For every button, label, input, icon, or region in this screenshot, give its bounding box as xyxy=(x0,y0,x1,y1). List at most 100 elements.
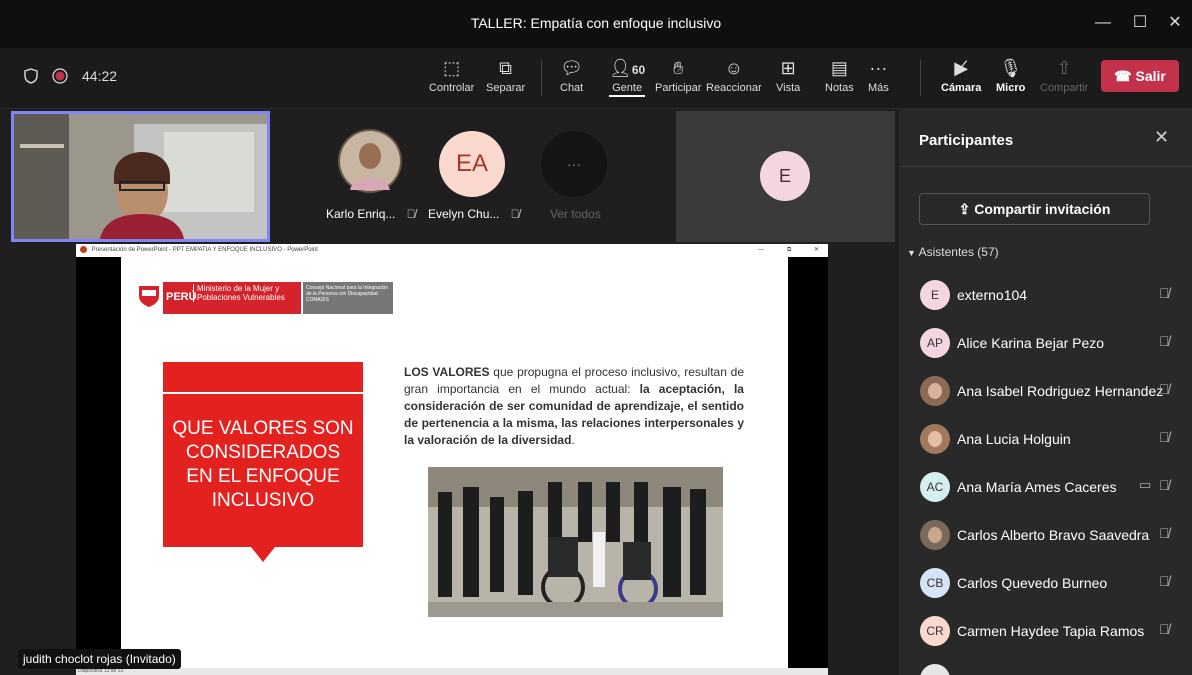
pop-out-icon: ⧉ xyxy=(499,58,512,78)
participant-row[interactable]: Carlos Alberto Bravo Saavedra 🎙̸ xyxy=(899,512,1192,560)
avatar: CB xyxy=(920,568,950,598)
camera-off-icon: ▶̸ xyxy=(954,58,969,78)
participant-name: Ana María Ames Caceres xyxy=(957,479,1117,495)
shared-powerpoint[interactable]: Presentación de PowerPoint - PPT EMPATIA… xyxy=(76,244,828,675)
more-icon: ··· xyxy=(567,156,581,172)
panel-title: Participantes xyxy=(919,132,1014,149)
participant-row[interactable] xyxy=(899,656,1192,675)
view-grid-icon: ⊞ xyxy=(780,58,796,78)
see-all-button[interactable]: ··· xyxy=(541,131,607,197)
presenter-video-image xyxy=(14,114,267,239)
recording-icon xyxy=(52,68,68,84)
participant-name: Carlos Quevedo Burneo xyxy=(957,575,1108,591)
share-screen-icon: ⇧ xyxy=(1056,58,1072,78)
slide-body-text: LOS VALORES que propugna el proceso incl… xyxy=(404,365,744,447)
mic-off-icon: 🎙̸ xyxy=(1159,333,1170,349)
participants-panel: Participantes ✕ ⇪ Compartir invitación ▼… xyxy=(899,109,1192,675)
presenter-video[interactable] xyxy=(11,111,270,242)
powerpoint-status-bar: Diapositiva 13 de 23 xyxy=(76,668,828,675)
more-button[interactable]: ··· Más xyxy=(868,56,889,94)
participant-row[interactable]: Ana Lucia Holguin 🎙̸ xyxy=(899,416,1192,464)
mic-off-icon: 🎙︎ xyxy=(999,58,1023,78)
minimize-icon[interactable]: — xyxy=(758,244,764,257)
window-title: TALLER: Empatía con enfoque inclusivo xyxy=(470,15,722,31)
notes-icon: ▤ xyxy=(830,58,848,78)
mic-off-icon: 🎙̸ xyxy=(406,207,416,221)
share-invite-button[interactable]: ⇪ Compartir invitación xyxy=(919,193,1150,225)
slide-heading: QUE VALORES SON CONSIDERADOS EN EL ENFOQ… xyxy=(172,418,354,511)
notes-button[interactable]: ▤ Notas xyxy=(825,56,854,94)
hang-up-icon: ☎ xyxy=(1114,68,1136,84)
avatar xyxy=(920,664,950,675)
avatar xyxy=(920,520,950,550)
mic-button[interactable]: 🎙︎ Micro xyxy=(996,56,1025,94)
close-icon[interactable]: ✕ xyxy=(814,244,819,257)
participant-name: Alice Karina Bejar Pezo xyxy=(957,335,1105,351)
separate-button[interactable]: ⧉ Separar xyxy=(486,56,525,94)
participant-name: Carlos Alberto Bravo Saavedra xyxy=(957,527,1150,543)
close-window-icon[interactable]: ✕ xyxy=(1157,8,1192,38)
mic-off-icon: 🎙̸ xyxy=(510,207,520,221)
participant-tile-karlo[interactable] xyxy=(337,128,403,194)
see-all-label[interactable]: Ver todos xyxy=(550,207,601,221)
control-button[interactable]: ⬚ Controlar xyxy=(429,56,474,94)
avatar: E xyxy=(760,151,810,201)
mic-off-icon: 🎙̸ xyxy=(1159,381,1170,397)
slide: PERÚ Ministerio de la Mujer y Poblacione… xyxy=(121,257,788,675)
avatar xyxy=(338,129,402,193)
raise-hand-button[interactable]: ✋︎ Participar xyxy=(655,56,701,94)
leave-button[interactable]: ☎ Salir xyxy=(1101,60,1179,92)
restore-icon[interactable]: ⧉ xyxy=(787,244,791,257)
participant-row[interactable]: AC Ana María Ames Caceres ▭ 🎙̸ xyxy=(899,464,1192,512)
participant-row[interactable]: AP Alice Karina Bejar Pezo 🎙̸ xyxy=(899,320,1192,368)
people-button[interactable]: 👤︎60 Gente xyxy=(609,56,646,97)
share-button[interactable]: ⇧ Compartir xyxy=(1040,56,1088,94)
presenter-name-tag: judith choclot rojas (Invitado) xyxy=(18,649,181,669)
toolbar-divider xyxy=(541,60,542,96)
mic-off-icon: 🎙̸ xyxy=(1159,429,1170,445)
participant-row[interactable]: Ana Isabel Rodriguez Hernandez 🎙̸ xyxy=(899,368,1192,416)
participant-tile-e[interactable]: E xyxy=(676,111,895,242)
meeting-timer: 44:22 xyxy=(82,68,118,84)
heading-divider xyxy=(163,392,363,394)
maximize-icon[interactable]: ☐ xyxy=(1122,8,1158,38)
participant-row[interactable]: CB Carlos Quevedo Burneo 🎙̸ xyxy=(899,560,1192,608)
slide-photo xyxy=(428,467,723,617)
minimize-icon[interactable]: — xyxy=(1085,8,1121,38)
mic-off-icon: 🎙̸ xyxy=(1159,573,1170,589)
react-button[interactable]: ☺ Reaccionar xyxy=(706,56,762,94)
callout-pointer xyxy=(251,547,275,562)
close-icon[interactable]: ✕ xyxy=(1154,127,1169,148)
view-button[interactable]: ⊞ Vista xyxy=(776,56,800,94)
participant-name: Ana Isabel Rodriguez Hernandez xyxy=(957,383,1164,399)
share-icon: ⇪ xyxy=(958,201,975,217)
participant-name: Ana Lucia Holguin xyxy=(957,431,1071,447)
more-icon: ··· xyxy=(869,58,888,78)
participant-row[interactable]: CR Carmen Haydee Tapia Ramos 🎙̸ xyxy=(899,608,1192,656)
slide-heading-box: QUE VALORES SON CONSIDERADOS EN EL ENFOQ… xyxy=(163,362,363,547)
people-icon: 👤︎60 xyxy=(609,58,646,78)
avatar: AP xyxy=(920,328,950,358)
smiley-icon: ☺ xyxy=(724,58,744,78)
powerpoint-title-bar: Presentación de PowerPoint - PPT EMPATIA… xyxy=(76,244,828,257)
participant-name: Carmen Haydee Tapia Ramos xyxy=(957,623,1145,639)
meeting-toolbar: 44:22 ⬚ Controlar ⧉ Separar 💬︎ Chat 👤︎60 Gen… xyxy=(0,48,1192,109)
shield-icon xyxy=(24,68,38,84)
participant-row[interactable]: E externo104 🎙̸ xyxy=(899,272,1192,320)
camera-off-icon: ▭ xyxy=(1139,477,1152,492)
avatar[interactable]: EA xyxy=(439,131,505,197)
toolbar-divider xyxy=(920,60,921,96)
hand-icon: ✋︎ xyxy=(673,58,684,78)
chat-button[interactable]: 💬︎ Chat xyxy=(560,56,583,94)
chevron-down-icon: ▼ xyxy=(907,248,916,258)
mic-off-icon: 🎙̸ xyxy=(1159,525,1170,541)
participant-name: Karlo Enriq... 🎙̸ xyxy=(326,207,416,221)
avatar: AC xyxy=(920,472,950,502)
attendees-header[interactable]: ▼ Asistentes (57) xyxy=(907,245,999,259)
title-bar: TALLER: Empatía con enfoque inclusivo — … xyxy=(0,0,1192,48)
camera-button[interactable]: ▶̸ Cámara xyxy=(941,56,981,94)
mic-off-icon: 🎙̸ xyxy=(1159,285,1170,301)
meeting-status: 44:22 xyxy=(24,68,117,84)
ministry-logo: PERÚ Ministerio de la Mujer y Poblacione… xyxy=(163,282,301,314)
avatar xyxy=(920,424,950,454)
